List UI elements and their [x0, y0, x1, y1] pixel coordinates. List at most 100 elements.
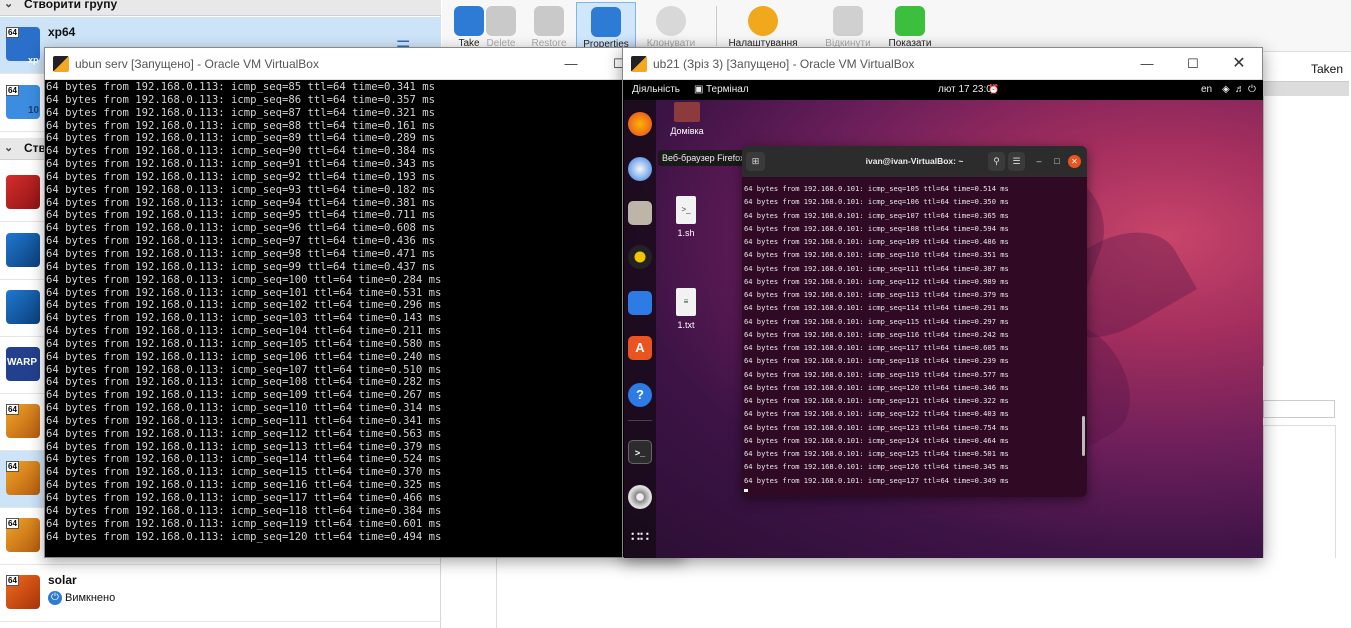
restore-snapshot-button[interactable]: Restore — [522, 2, 576, 52]
disc-icon[interactable] — [628, 485, 652, 509]
sheep-clone-icon — [656, 6, 686, 36]
terminal-scrollbar[interactable] — [1082, 416, 1085, 456]
toolbar-separator — [716, 6, 717, 46]
group-header-create[interactable]: ⌄ Створити групу — [0, 0, 441, 16]
console-line: 64 bytes from 192.168.0.113: icmp_seq=10… — [46, 389, 442, 402]
terminal-cursor — [744, 488, 748, 492]
terminal-line: 64 bytes from 192.168.0.101: icmp_seq=12… — [744, 435, 1009, 445]
vm-console[interactable]: 64 bytes from 192.168.0.113: icmp_seq=85… — [45, 81, 683, 557]
activities-button[interactable]: Діяльність — [632, 84, 680, 95]
app-menu-label[interactable]: Термінал — [706, 84, 749, 95]
console-line: 64 bytes from 192.168.0.113: icmp_seq=11… — [46, 492, 442, 504]
console-line: 64 bytes from 192.168.0.113: icmp_seq=94… — [46, 196, 436, 209]
network-icon[interactable]: ◈ — [1222, 84, 1230, 95]
ub21-window: ub21 (Зріз 3) [Запущено] - Oracle VM Vir… — [622, 47, 1263, 558]
discard-button[interactable]: Відкинути — [818, 2, 878, 52]
terminal-window[interactable]: ⊞ ivan@ivan-VirtualBox: ~ ⚲ ☰ – □ ✕ 64 b… — [742, 146, 1087, 497]
console-line: 64 bytes from 192.168.0.113: icmp_seq=11… — [46, 414, 442, 427]
console-line: 64 bytes from 192.168.0.113: icmp_seq=10… — [46, 325, 442, 338]
snapshot-toolbar: Take Delete Restore Properties Клонувати… — [442, 0, 1351, 52]
rhythmbox-icon[interactable] — [628, 245, 652, 269]
terminal-line: 64 bytes from 192.168.0.101: icmp_seq=10… — [744, 184, 1009, 193]
app-grid-icon[interactable]: ∷∷ — [628, 524, 652, 548]
console-line: 64 bytes from 192.168.0.113: icmp_seq=10… — [46, 376, 442, 389]
clone-button[interactable]: Клонувати — [642, 2, 700, 52]
console-line: 64 bytes from 192.168.0.113: icmp_seq=10… — [46, 337, 442, 350]
snapshot-name-field[interactable] — [1263, 400, 1335, 418]
details-pane — [496, 558, 1336, 628]
console-line: 64 bytes from 192.168.0.113: icmp_seq=97… — [46, 235, 436, 248]
snapshot-tree — [1263, 56, 1351, 366]
terminal-output[interactable]: 64 bytes from 192.168.0.101: icmp_seq=10… — [744, 182, 1074, 492]
maximize-icon[interactable]: ☐ — [1181, 53, 1205, 75]
delete-snapshot-button[interactable]: Delete — [474, 2, 528, 52]
firefox-icon[interactable] — [628, 112, 652, 136]
os-blue-icon — [6, 233, 40, 267]
console-line: 64 bytes from 192.168.0.113: icmp_seq=87… — [46, 106, 436, 119]
volume-icon[interactable]: ♬ — [1235, 84, 1245, 95]
files-icon[interactable] — [628, 201, 652, 225]
vm-screen[interactable]: Діяльність ▣ Термінал лют 17 23:01 ⏰ en … — [624, 80, 1263, 558]
snapshot-column-header[interactable]: Taken — [1263, 56, 1349, 82]
terminal-line: 64 bytes from 192.168.0.101: icmp_seq=11… — [744, 290, 1009, 299]
chevron-down-icon[interactable]: ⌄ — [4, 138, 13, 158]
console-line: 64 bytes from 192.168.0.113: icmp_seq=11… — [46, 466, 442, 479]
close-icon[interactable]: ✕ — [1068, 155, 1081, 168]
vm-item-solar[interactable]: 64 solar ⏻ Вимкнено — [0, 565, 441, 622]
terminal-line: 64 bytes from 192.168.0.101: icmp_seq=11… — [744, 343, 1009, 352]
show-button[interactable]: Показати — [880, 2, 940, 52]
console-line: 64 bytes from 192.168.0.113: icmp_seq=10… — [46, 312, 442, 325]
hamburger-menu-icon[interactable]: ☰ — [1008, 152, 1025, 171]
camera-restore-icon — [534, 6, 564, 36]
console-line: 64 bytes from 192.168.0.113: icmp_seq=11… — [46, 402, 442, 415]
desktop-file-sh[interactable]: >_ 1.sh — [656, 196, 716, 238]
settings-button[interactable]: Налаштування — [725, 2, 801, 52]
language-indicator[interactable]: en — [1201, 84, 1212, 95]
terminal-app-icon[interactable]: ▣ — [694, 84, 703, 95]
terminal-icon[interactable]: >_ — [628, 440, 652, 464]
arrow-down-icon — [833, 6, 863, 36]
minimize-icon[interactable]: — — [1135, 53, 1159, 75]
snapshot-row[interactable] — [1263, 82, 1349, 96]
desktop-file-txt[interactable]: ≡ 1.txt — [656, 288, 716, 330]
window-titlebar[interactable]: ub21 (Зріз 3) [Запущено] - Oracle VM Vir… — [623, 48, 1262, 80]
terminal-line: 64 bytes from 192.168.0.101: icmp_seq=12… — [744, 409, 1009, 419]
os-blue-icon — [6, 290, 40, 324]
terminal-line: 64 bytes from 192.168.0.101: icmp_seq=11… — [744, 329, 1009, 339]
terminal-line: 64 bytes from 192.168.0.101: icmp_seq=11… — [744, 303, 1009, 313]
folder-icon — [674, 102, 700, 122]
console-line: 64 bytes from 192.168.0.113: icmp_seq=11… — [46, 517, 442, 530]
power-icon[interactable]: ⏻ — [1248, 84, 1256, 95]
script-file-icon: >_ — [676, 196, 696, 224]
arrow-right-icon — [895, 6, 925, 36]
close-icon[interactable]: ✕ — [1227, 53, 1251, 75]
text-file-icon: ≡ — [676, 288, 696, 316]
maximize-icon[interactable]: □ — [1050, 152, 1064, 171]
terminal-line: 64 bytes from 192.168.0.101: icmp_seq=12… — [744, 396, 1009, 405]
console-line: 64 bytes from 192.168.0.113: icmp_seq=11… — [46, 504, 442, 517]
desktop-folder-home[interactable]: Домівка — [657, 102, 717, 136]
search-icon[interactable]: ⚲ — [988, 152, 1005, 171]
writer-icon[interactable] — [628, 291, 652, 315]
properties-button[interactable]: Properties — [576, 2, 636, 52]
terminal-line: 64 bytes from 192.168.0.101: icmp_seq=12… — [744, 475, 1009, 485]
group-label: Створити групу — [24, 0, 118, 11]
chevron-down-icon[interactable]: ⌄ — [4, 0, 13, 14]
software-icon[interactable]: A — [628, 336, 652, 360]
minimize-icon[interactable]: – — [1032, 152, 1046, 171]
minimize-icon[interactable]: — — [559, 53, 583, 75]
terminal-line: 64 bytes from 192.168.0.101: icmp_seq=10… — [744, 237, 1009, 246]
thunderbird-icon[interactable] — [628, 157, 652, 181]
window-titlebar[interactable]: ubun serv [Запущено] - Oracle VM Virtual… — [45, 48, 683, 80]
power-off-icon: ⏻ — [48, 591, 62, 605]
terminal-line: 64 bytes from 192.168.0.101: icmp_seq=11… — [744, 263, 1009, 273]
camera-properties-icon — [591, 7, 621, 37]
vm-status: ⏻ Вимкнено — [48, 591, 115, 605]
terminal-line: 64 bytes from 192.168.0.101: icmp_seq=11… — [744, 356, 1009, 366]
console-line: 64 bytes from 192.168.0.113: icmp_seq=11… — [46, 440, 442, 453]
window-title: ub21 (Зріз 3) [Запущено] - Oracle VM Vir… — [653, 57, 915, 71]
alarm-icon: ⏰ — [988, 84, 1000, 94]
help-icon[interactable]: ? — [628, 383, 652, 407]
terminal-header[interactable]: ⊞ ivan@ivan-VirtualBox: ~ ⚲ ☰ – □ ✕ — [742, 146, 1087, 177]
os-orange-icon: 64 — [6, 404, 40, 438]
